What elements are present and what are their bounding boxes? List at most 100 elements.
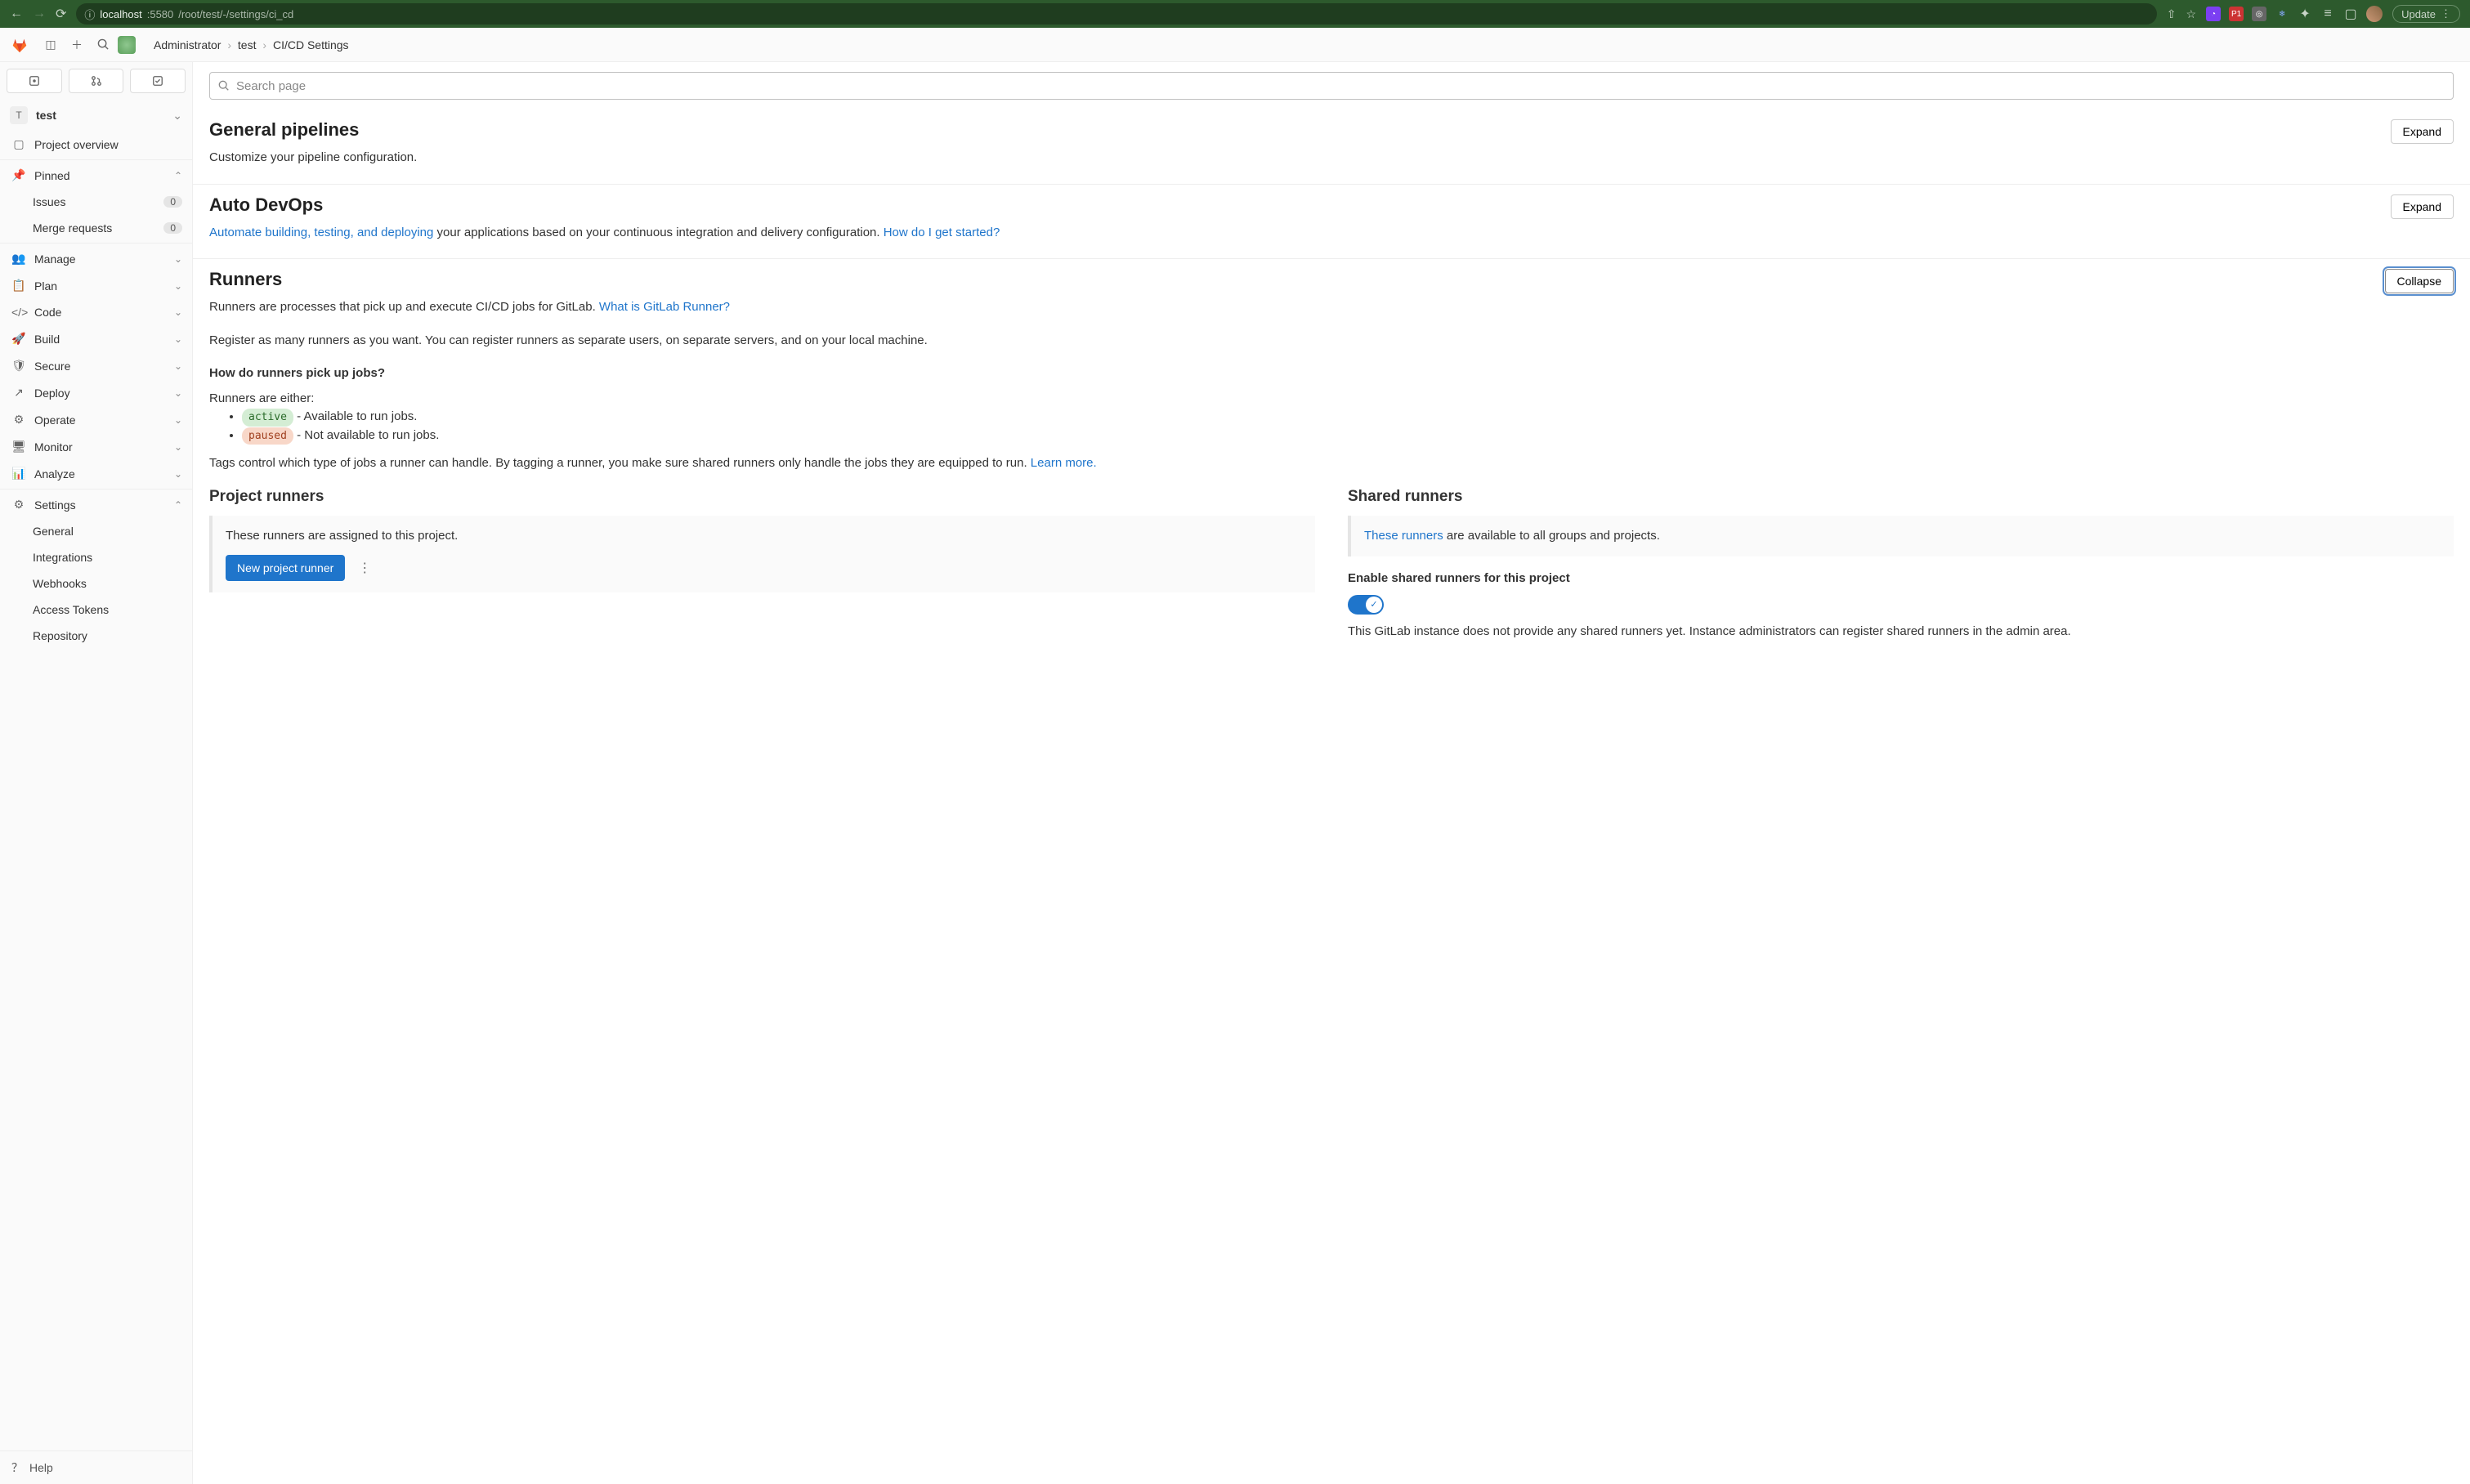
nav-manage[interactable]: 👥Manage⌄ [0, 245, 192, 272]
playlist-icon[interactable]: ≡ [2320, 7, 2335, 21]
chevron-down-icon: ⌄ [174, 280, 182, 292]
gitlab-logo[interactable] [0, 36, 39, 54]
nav-operate[interactable]: ⚙Operate⌄ [0, 406, 192, 433]
plus-icon[interactable]: ＋ [65, 34, 88, 56]
profile-avatar[interactable] [2366, 6, 2383, 22]
user-avatar[interactable] [118, 36, 136, 54]
chevron-down-icon: ⌄ [174, 253, 182, 265]
nav-project-overview[interactable]: ▢ Project overview [0, 131, 192, 158]
nav-deploy[interactable]: ↗Deploy⌄ [0, 379, 192, 406]
menu-icon: ⋮ [2441, 7, 2451, 20]
pin-icon: 📌 [11, 168, 26, 182]
url-bar[interactable]: ⓘ localhost:5580/root/test/-/settings/ci… [76, 3, 2156, 25]
nav-label: Analyze [34, 467, 75, 481]
how-started-link[interactable]: How do I get started? [884, 226, 1000, 239]
expand-devops-button[interactable]: Expand [2391, 194, 2454, 219]
enable-shared-label: Enable shared runners for this project [1348, 570, 2454, 588]
runners-tags: Tags control which type of jobs a runner… [209, 454, 2454, 473]
these-runners-link[interactable]: These runners [1364, 529, 1443, 543]
nav-settings[interactable]: ⚙Settings⌃ [0, 491, 192, 518]
ext-icon-3[interactable]: ◎ [2252, 7, 2266, 21]
shortcut-todos[interactable] [130, 69, 186, 93]
nav-label: Build [34, 333, 60, 346]
share-icon[interactable]: ⇧ [2167, 7, 2177, 21]
nav-pinned-mrs[interactable]: Merge requests 0 [0, 215, 192, 241]
paused-pill: paused [242, 427, 293, 445]
project-runners-actions: New project runner ⋮ [226, 555, 1302, 581]
container: T test ⌄ ▢ Project overview 📌 Pinned ⌃ I… [0, 62, 2470, 1484]
update-button[interactable]: Update ⋮ [2392, 5, 2460, 23]
url-path: /root/test/-/settings/ci_cd [178, 8, 293, 20]
shared-runners-col: Shared runners These runners are availab… [1348, 488, 2454, 641]
new-project-runner-button[interactable]: New project runner [226, 555, 345, 581]
nav-settings-webhooks[interactable]: Webhooks [0, 570, 192, 597]
shortcut-issues[interactable] [7, 69, 62, 93]
shared-runners-desc: These runners are available to all group… [1364, 527, 2441, 546]
runners-desc2: Register as many runners as you want. Yo… [209, 332, 2454, 351]
nav-settings-repository[interactable]: Repository [0, 623, 192, 649]
issues-count-badge: 0 [163, 196, 182, 208]
update-label: Update [2401, 8, 2436, 20]
automate-link[interactable]: Automate building, testing, and deployin… [209, 226, 433, 239]
shared-runners-well: These runners are available to all group… [1348, 516, 2454, 557]
extensions-icon[interactable]: ✦ [2298, 7, 2312, 21]
nav-settings-integrations[interactable]: Integrations [0, 544, 192, 570]
chevron-down-icon: ⌄ [172, 109, 182, 123]
project-name: test [36, 109, 164, 122]
nav-code[interactable]: </>Code⌄ [0, 299, 192, 325]
search-icon[interactable] [92, 34, 114, 56]
back-icon[interactable]: ← [10, 7, 23, 21]
divider [0, 243, 192, 244]
nav-label: Merge requests [33, 221, 112, 235]
breadcrumb-test[interactable]: test [238, 38, 257, 51]
chevron-down-icon: ⌄ [174, 306, 182, 318]
enable-shared-runners-toggle[interactable]: ✓ [1348, 595, 1384, 615]
desc-text: Runners are processes that pick up and e… [209, 300, 599, 314]
search-wrap [193, 62, 2470, 110]
section-desc: Customize your pipeline configuration. [209, 149, 2454, 168]
app-bar: ◫ ＋ Administrator › test › CI/CD Setting… [0, 28, 2470, 62]
project-selector[interactable]: T test ⌄ [0, 100, 192, 131]
chevron-up-icon: ⌃ [174, 499, 182, 511]
chevron-down-icon: ⌄ [174, 360, 182, 372]
search-page-input[interactable] [236, 79, 2445, 93]
ext-icon-2[interactable]: P1 [2229, 7, 2244, 21]
search-page-box[interactable] [209, 72, 2454, 100]
help-label: Help [29, 1461, 53, 1474]
ext-icon-4[interactable]: ❄ [2275, 7, 2289, 21]
search-icon [218, 80, 230, 92]
main-content: General pipelines Expand Customize your … [193, 62, 2470, 1484]
nav-pinned-issues[interactable]: Issues 0 [0, 189, 192, 215]
shared-runners-help: This GitLab instance does not provide an… [1348, 623, 2454, 641]
browser-chrome: ← → ⟳ ⓘ localhost:5580/root/test/-/setti… [0, 0, 2470, 28]
nav-pinned[interactable]: 📌 Pinned ⌃ [0, 162, 192, 189]
active-pill: active [242, 409, 293, 427]
sidebar-help[interactable]: ？ Help [0, 1450, 192, 1484]
nav-label: Plan [34, 279, 57, 293]
nav-analyze[interactable]: 📊Analyze⌄ [0, 460, 192, 487]
nav-label: Deploy [34, 387, 70, 400]
ext-icon-1[interactable]: ◔ [2206, 7, 2221, 21]
panel-toggle-icon[interactable]: ◫ [39, 34, 62, 56]
runners-subhead: How do runners pick up jobs? [209, 364, 2454, 383]
panel-icon[interactable]: ▢ [2343, 7, 2358, 21]
what-is-runner-link[interactable]: What is GitLab Runner? [599, 300, 730, 314]
learn-more-link[interactable]: Learn more. [1031, 456, 1097, 470]
forward-icon[interactable]: → [33, 7, 46, 21]
nav-plan[interactable]: 📋Plan⌄ [0, 272, 192, 299]
shortcut-merge-requests[interactable] [69, 69, 124, 93]
nav-label: Repository [33, 629, 87, 642]
nav-settings-general[interactable]: General [0, 518, 192, 544]
reload-icon[interactable]: ⟳ [56, 6, 66, 22]
url-port: :5580 [147, 8, 174, 20]
nav-settings-access-tokens[interactable]: Access Tokens [0, 597, 192, 623]
project-runner-menu-icon[interactable]: ⋮ [353, 560, 376, 576]
collapse-runners-button[interactable]: Collapse [2385, 269, 2454, 293]
nav-monitor[interactable]: 🖥Monitor⌄ [0, 433, 192, 460]
bookmark-icon[interactable]: ☆ [2186, 7, 2197, 21]
nav-build[interactable]: 🚀Build⌄ [0, 325, 192, 352]
expand-general-button[interactable]: Expand [2391, 119, 2454, 144]
breadcrumb-admin[interactable]: Administrator [154, 38, 221, 51]
nav-secure[interactable]: 🛡Secure⌄ [0, 352, 192, 379]
section-runners: Runners Collapse Runners are processes t… [193, 259, 2470, 657]
